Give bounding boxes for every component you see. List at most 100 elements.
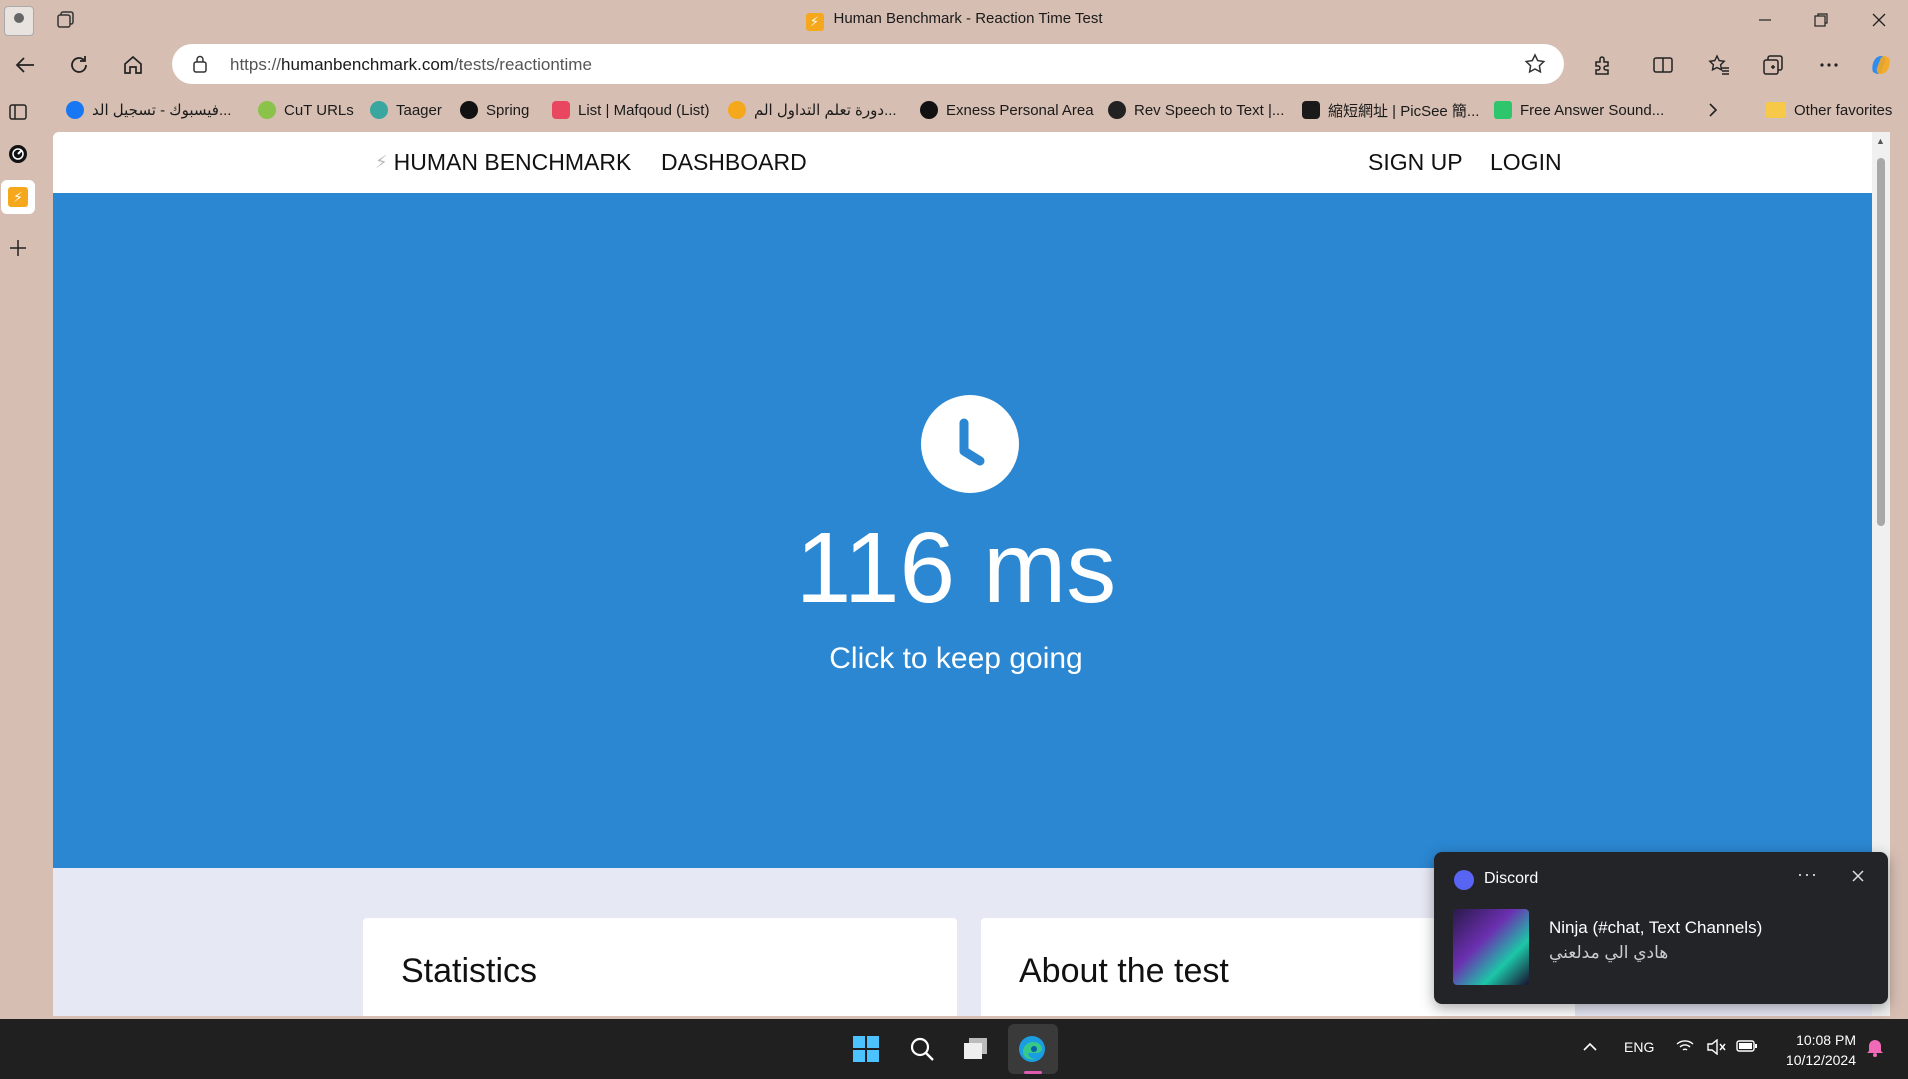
vertical-tabs-sidebar: ⚡ xyxy=(0,96,36,1016)
favorite-label: Exness Personal Area xyxy=(946,101,1094,119)
favorite-item-trading-course[interactable]: دورة تعلم التداول الم... xyxy=(728,98,897,122)
discord-icon xyxy=(1454,870,1474,890)
facebook-icon xyxy=(66,101,84,119)
favorite-item-pixabay[interactable]: Free Answer Sound... xyxy=(1494,98,1664,122)
clock-time: 10:08 PM xyxy=(1796,1032,1856,1048)
favorite-item-mafqoud[interactable]: List | Mafqoud (List) xyxy=(552,98,709,122)
home-button[interactable] xyxy=(118,50,148,80)
taskbar-clock[interactable]: 10:08 PM 10/12/2024 xyxy=(1770,1030,1856,1070)
notification-more-icon[interactable]: ··· xyxy=(1797,864,1818,885)
edge-active-indicator xyxy=(1024,1071,1042,1074)
window-title-text: Human Benchmark - Reaction Time Test xyxy=(833,10,1103,27)
title-bar: ⚡ Human Benchmark - Reaction Time Test xyxy=(0,0,1908,40)
show-hidden-icons-chevron-icon[interactable] xyxy=(1582,1039,1598,1055)
picsee-icon xyxy=(1302,101,1320,119)
notification-body: هادي الي مدلعني xyxy=(1549,943,1669,962)
favorite-item-exness[interactable]: Exness Personal Area xyxy=(920,98,1094,122)
close-window-button[interactable] xyxy=(1856,6,1902,34)
continue-hint: Click to keep going xyxy=(829,642,1083,675)
favorite-item-cut-urls[interactable]: CuT URLs xyxy=(258,98,354,122)
wifi-icon[interactable] xyxy=(1676,1039,1694,1056)
refresh-button[interactable] xyxy=(64,50,94,80)
other-favorites-folder[interactable]: Other favorites xyxy=(1766,98,1892,122)
navigation-toolbar: https://humanbenchmark.com/tests/reactio… xyxy=(0,40,1908,90)
reaction-test-area[interactable]: 116 ms Click to keep going xyxy=(53,193,1890,868)
start-windows-icon[interactable] xyxy=(848,1031,884,1067)
notification-bell-icon[interactable] xyxy=(1866,1037,1884,1060)
site-header: ⚡ HUMAN BENCHMARK DASHBOARD SIGN UP LOGIN xyxy=(53,132,1890,193)
clickup-icon xyxy=(552,101,570,119)
favorites-icon[interactable] xyxy=(1704,50,1734,80)
spring-icon xyxy=(460,101,478,119)
taskbar: ENG 10:08 PM 10/12/2024 xyxy=(0,1019,1908,1079)
more-menu-icon[interactable] xyxy=(1814,50,1844,80)
restore-button[interactable] xyxy=(1798,6,1844,34)
notification-avatar xyxy=(1453,909,1529,985)
favorite-label: Taager xyxy=(396,101,442,119)
lightning-logo-icon: ⚡ xyxy=(375,152,388,172)
copilot-icon[interactable] xyxy=(1866,50,1896,80)
url-text[interactable]: https://humanbenchmark.com/tests/reactio… xyxy=(230,55,592,75)
notification-close-icon[interactable] xyxy=(1848,866,1868,886)
exness-icon xyxy=(920,101,938,119)
favorite-item-rev[interactable]: Rev Speech to Text |... xyxy=(1108,98,1284,122)
about-test-heading: About the test xyxy=(1019,952,1229,990)
extensions-icon[interactable] xyxy=(1588,50,1618,80)
course-icon xyxy=(728,101,746,119)
edge-browser-icon[interactable] xyxy=(1014,1031,1050,1067)
site-brand-text: HUMAN BENCHMARK xyxy=(393,149,632,175)
folder-icon xyxy=(1766,102,1786,118)
tab-actions-sidebar-icon[interactable] xyxy=(4,98,32,126)
collections-icon[interactable] xyxy=(1758,50,1788,80)
humanbenchmark-favicon-icon: ⚡ xyxy=(805,13,824,31)
minimize-button[interactable] xyxy=(1742,6,1788,34)
discord-notification[interactable]: Discord ··· Ninja (#chat, Text Channels)… xyxy=(1434,852,1888,1004)
url-domain: humanbenchmark.com xyxy=(281,55,454,74)
favorites-bar: فيسبوك - تسجيل الد... CuT URLs Taager Sp… xyxy=(58,94,1908,126)
window-title: ⚡ Human Benchmark - Reaction Time Test xyxy=(0,10,1908,31)
favorite-label: Free Answer Sound... xyxy=(1520,101,1665,119)
favorite-label: Rev Speech to Text |... xyxy=(1134,101,1285,119)
nav-signup-link[interactable]: SIGN UP xyxy=(1368,149,1463,176)
address-bar[interactable]: https://humanbenchmark.com/tests/reactio… xyxy=(172,44,1564,84)
notification-app-name: Discord xyxy=(1484,870,1539,887)
tab-speedometer-icon[interactable] xyxy=(4,140,32,168)
favorite-label: 縮短網址 | PicSee 簡... xyxy=(1328,102,1480,120)
favorite-item-spring[interactable]: Spring xyxy=(460,98,529,122)
tab-human-benchmark-active[interactable]: ⚡ xyxy=(1,180,35,214)
back-button[interactable] xyxy=(10,50,40,80)
clock-date: 10/12/2024 xyxy=(1785,1052,1856,1068)
notification-heading: Ninja (#chat, Text Channels) xyxy=(1549,918,1763,937)
task-view-icon[interactable] xyxy=(958,1031,994,1067)
scroll-up-arrow-icon[interactable]: ▲ xyxy=(1876,136,1885,146)
statistics-heading: Statistics xyxy=(401,952,538,990)
favorite-label: Spring xyxy=(486,101,530,119)
favorite-item-picsee[interactable]: 縮短網址 | PicSee 簡... xyxy=(1302,98,1479,122)
lightning-icon: ⚡ xyxy=(8,187,28,207)
battery-icon[interactable] xyxy=(1736,1039,1758,1056)
rev-icon xyxy=(1108,101,1126,119)
favorite-item-facebook[interactable]: فيسبوك - تسجيل الد... xyxy=(66,98,231,122)
reaction-time-result: 116 ms xyxy=(795,512,1117,624)
statistics-card: Statistics xyxy=(363,918,957,1016)
favorite-label: فيسبوك - تسجيل الد... xyxy=(92,102,232,119)
lock-icon[interactable] xyxy=(192,55,208,78)
favorite-label: دورة تعلم التداول الم... xyxy=(754,102,897,119)
search-icon[interactable] xyxy=(904,1031,940,1067)
split-screen-icon[interactable] xyxy=(1648,50,1678,80)
nav-login-link[interactable]: LOGIN xyxy=(1490,149,1562,176)
site-brand-link[interactable]: ⚡ HUMAN BENCHMARK xyxy=(375,149,631,176)
input-language-indicator[interactable]: ENG xyxy=(1624,1039,1654,1055)
clock-icon xyxy=(921,395,1019,493)
nav-dashboard-link[interactable]: DASHBOARD xyxy=(661,149,807,176)
favorite-star-icon[interactable] xyxy=(1524,53,1546,80)
favorites-overflow-chevron-icon[interactable] xyxy=(1706,98,1720,122)
new-tab-plus-icon[interactable] xyxy=(4,234,32,262)
pixabay-icon xyxy=(1494,101,1512,119)
cut-urls-icon xyxy=(258,101,276,119)
favorite-label: List | Mafqoud (List) xyxy=(578,101,710,119)
scrollbar-thumb[interactable] xyxy=(1877,158,1885,526)
other-favorites-label: Other favorites xyxy=(1794,101,1893,119)
favorite-item-taager[interactable]: Taager xyxy=(370,98,442,122)
volume-muted-icon[interactable] xyxy=(1706,1038,1726,1058)
